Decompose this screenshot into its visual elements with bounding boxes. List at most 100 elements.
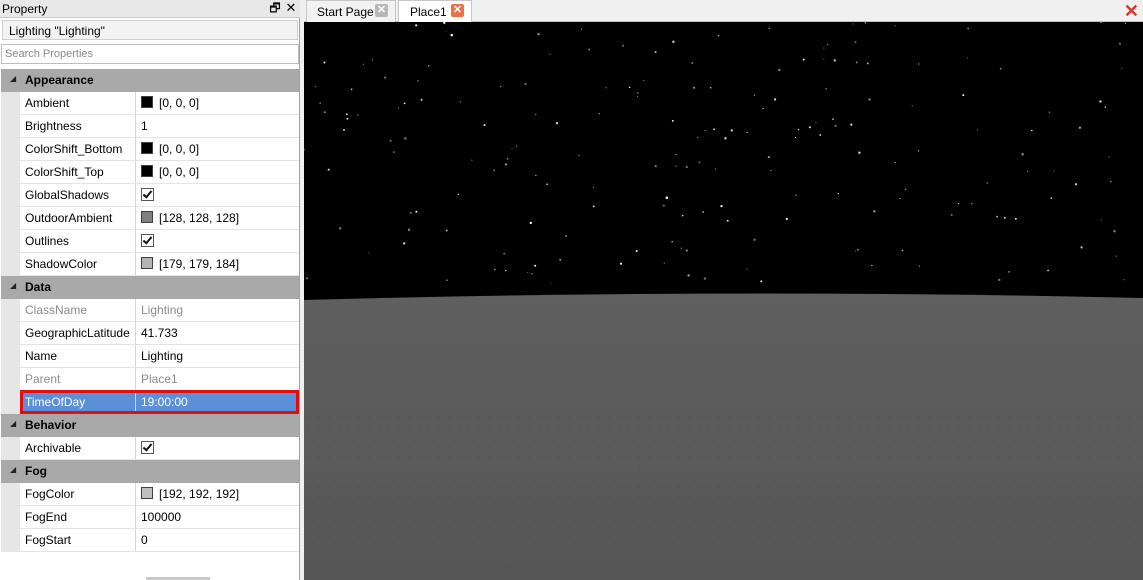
row-gutter — [1, 322, 20, 344]
close-icon[interactable]: ✕ — [284, 1, 298, 15]
column-divider[interactable] — [135, 184, 136, 206]
close-icon[interactable]: ✕ — [375, 4, 388, 17]
category-behavior[interactable]: ◢ Behavior — [1, 414, 299, 437]
property-value[interactable]: 19:00:00 — [141, 395, 188, 409]
property-value[interactable]: [0, 0, 0] — [141, 142, 199, 156]
property-value[interactable]: 41.733 — [141, 326, 178, 340]
game-viewport[interactable] — [304, 22, 1143, 580]
tab-place1[interactable]: Place1 ✕ — [398, 0, 472, 22]
property-name: TimeOfDay — [25, 395, 86, 409]
row-gutter — [1, 92, 20, 114]
column-divider[interactable] — [135, 437, 136, 459]
property-row-classname[interactable]: ClassName Lighting — [1, 299, 299, 322]
property-value[interactable]: [192, 192, 192] — [141, 487, 239, 501]
property-row-fogstart[interactable]: FogStart 0 — [1, 529, 299, 552]
property-value[interactable]: [0, 0, 0] — [141, 96, 199, 110]
property-name: FogEnd — [25, 510, 68, 524]
color-swatch[interactable] — [141, 96, 153, 108]
property-row-parent[interactable]: Parent Place1 — [1, 368, 299, 391]
tab-label: Start Page — [317, 5, 374, 19]
property-value[interactable] — [141, 441, 154, 458]
column-divider[interactable] — [135, 483, 136, 505]
row-gutter — [1, 207, 20, 229]
color-swatch[interactable] — [141, 487, 153, 499]
property-name: Ambient — [25, 96, 70, 110]
column-divider[interactable] — [135, 368, 136, 390]
column-divider[interactable] — [135, 138, 136, 160]
float-window-icon[interactable]: 🗗 — [268, 1, 282, 15]
search-properties-input[interactable] — [1, 44, 299, 64]
property-row-brightness[interactable]: Brightness 1 — [1, 115, 299, 138]
collapse-triangle-icon[interactable]: ◢ — [10, 74, 16, 83]
category-label: Fog — [25, 464, 47, 478]
column-divider[interactable] — [135, 230, 136, 252]
color-swatch[interactable] — [141, 142, 153, 154]
property-value[interactable]: 1 — [141, 119, 148, 133]
property-value[interactable]: [179, 179, 184] — [141, 257, 239, 271]
property-value: Place1 — [141, 372, 178, 386]
baseplate-ground — [304, 293, 1143, 580]
properties-panel: Property 🗗 ✕ Lighting "Lighting" ◢ Appear… — [0, 0, 300, 580]
column-divider[interactable] — [135, 207, 136, 229]
close-icon[interactable]: ✕ — [451, 4, 464, 17]
row-gutter — [1, 506, 20, 528]
column-divider[interactable] — [135, 322, 136, 344]
property-row-shadowcolor[interactable]: ShadowColor [179, 179, 184] — [1, 253, 299, 276]
property-value[interactable]: 100000 — [141, 510, 181, 524]
property-row-outlines[interactable]: Outlines — [1, 230, 299, 253]
collapse-triangle-icon[interactable]: ◢ — [10, 465, 16, 474]
column-divider[interactable] — [135, 345, 136, 367]
row-gutter — [1, 529, 20, 551]
collapse-triangle-icon[interactable]: ◢ — [10, 281, 16, 290]
column-divider[interactable] — [135, 253, 136, 275]
category-fog[interactable]: ◢ Fog — [1, 460, 299, 483]
property-row-ambient[interactable]: Ambient [0, 0, 0] — [1, 92, 299, 115]
property-value[interactable]: [128, 128, 128] — [141, 211, 239, 225]
property-row-timeofday[interactable]: TimeOfDay 19:00:00 — [1, 390, 299, 414]
row-gutter — [1, 437, 20, 459]
color-swatch[interactable] — [141, 165, 153, 177]
tab-start-page[interactable]: Start Page ✕ — [306, 0, 396, 22]
property-row-geographiclatitude[interactable]: GeographicLatitude 41.733 — [1, 322, 299, 345]
property-value-text: [128, 128, 128] — [159, 211, 240, 225]
category-appearance[interactable]: ◢ Appearance — [1, 69, 299, 92]
property-name: ClassName — [25, 303, 88, 317]
column-divider[interactable] — [135, 506, 136, 528]
property-row-fogend[interactable]: FogEnd 100000 — [1, 506, 299, 529]
tab-label: Place1 — [410, 5, 447, 19]
column-divider[interactable] — [135, 299, 136, 321]
color-swatch[interactable] — [141, 257, 153, 269]
property-name: FogStart — [25, 533, 72, 547]
property-value[interactable]: Lighting — [141, 349, 183, 363]
property-row-name[interactable]: Name Lighting — [1, 345, 299, 368]
property-name: Parent — [25, 372, 61, 386]
column-divider[interactable] — [135, 161, 136, 183]
property-value[interactable] — [141, 234, 154, 251]
property-value[interactable] — [141, 188, 154, 205]
property-row-colorshift_top[interactable]: ColorShift_Top [0, 0, 0] — [1, 161, 299, 184]
property-row-globalshadows[interactable]: GlobalShadows — [1, 184, 299, 207]
checkbox[interactable] — [141, 234, 154, 247]
color-swatch[interactable] — [141, 211, 153, 223]
column-divider[interactable] — [135, 115, 136, 137]
close-icon[interactable]: ✕ — [1124, 2, 1139, 20]
checkbox[interactable] — [141, 188, 154, 201]
property-value[interactable]: [0, 0, 0] — [141, 165, 199, 179]
row-gutter — [1, 253, 20, 275]
checkbox[interactable] — [141, 441, 154, 454]
column-divider[interactable] — [135, 92, 136, 114]
property-value-text: [179, 179, 184] — [159, 257, 240, 271]
column-divider[interactable] — [135, 391, 136, 413]
selected-object-name: Lighting "Lighting" — [9, 24, 105, 38]
collapse-triangle-icon[interactable]: ◢ — [10, 419, 16, 428]
property-row-colorshift_bottom[interactable]: ColorShift_Bottom [0, 0, 0] — [1, 138, 299, 161]
column-divider[interactable] — [135, 529, 136, 551]
property-row-archivable[interactable]: Archivable — [1, 437, 299, 460]
property-value[interactable]: 0 — [141, 533, 148, 547]
panel-titlebar: Property 🗗 ✕ — [0, 0, 300, 18]
property-row-outdoorambient[interactable]: OutdoorAmbient [128, 128, 128] — [1, 207, 299, 230]
property-name: Name — [25, 349, 58, 363]
category-data[interactable]: ◢ Data — [1, 276, 299, 299]
property-row-fogcolor[interactable]: FogColor [192, 192, 192] — [1, 483, 299, 506]
property-value: Lighting — [141, 303, 184, 317]
